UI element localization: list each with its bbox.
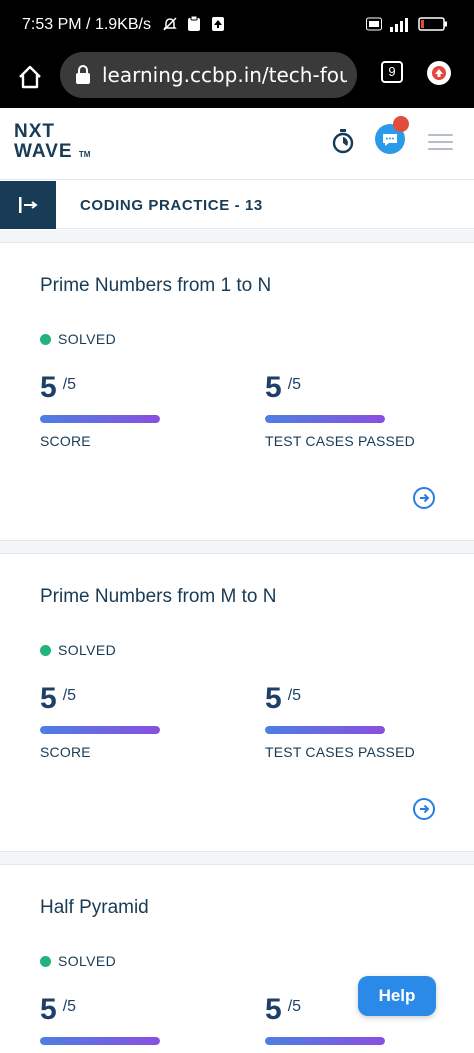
url-bar[interactable]: learning.ccbp.in/tech-founc <box>60 52 357 98</box>
sidebar-toggle-button[interactable] <box>0 181 56 229</box>
browser-update-icon[interactable] <box>427 61 451 85</box>
test-cases-progress-bar <box>265 1037 385 1045</box>
section-title: CODING PRACTICE - 13 <box>80 197 263 214</box>
test-cases-value: 5/5 <box>265 993 302 1026</box>
score-progress-bar <box>40 726 160 734</box>
test-cases-label: TEST CASES PASSED <box>265 744 415 760</box>
question-title[interactable]: Half Pyramid <box>40 897 149 919</box>
open-question-button[interactable] <box>413 798 435 820</box>
url-text: learning.ccbp.in/tech-founc <box>102 63 347 87</box>
hamburger-menu-icon[interactable] <box>428 134 453 152</box>
solved-dot <box>40 644 51 656</box>
practice-subheader: CODING PRACTICE - 13 <box>0 181 474 229</box>
status-label: SOLVED <box>58 331 117 347</box>
status-left-icons <box>162 15 226 33</box>
question-card[interactable]: Prime Numbers from M to N SOLVED 5/5 SCO… <box>0 553 474 852</box>
arrow-right-icon <box>420 493 430 503</box>
notification-muted-icon <box>162 15 178 33</box>
question-card[interactable]: Prime Numbers from 1 to N SOLVED 5/5 SCO… <box>0 242 474 541</box>
score-value: 5/5 <box>40 371 77 404</box>
question-title[interactable]: Prime Numbers from M to N <box>40 586 276 608</box>
status-label: SOLVED <box>58 953 117 969</box>
test-cases-progress-bar <box>265 415 385 423</box>
notification-badge <box>393 116 409 132</box>
section-gap <box>0 230 474 242</box>
question-card[interactable]: Half Pyramid SOLVED 5/5 5/5 <box>0 864 474 1053</box>
score-value: 5/5 <box>40 682 77 715</box>
status-label: SOLVED <box>58 642 117 658</box>
open-question-button[interactable] <box>413 487 435 509</box>
solved-dot <box>40 955 51 967</box>
score-label: SCORE <box>40 744 91 760</box>
app-header: NXT WAVE TM <box>0 108 474 180</box>
status-bar: 7:53 PM / 1.9KB/s <box>0 0 474 52</box>
section-gap <box>0 541 474 553</box>
home-icon[interactable] <box>16 63 44 91</box>
status-time: 7:53 PM / 1.9KB/s <box>22 16 151 33</box>
section-gap <box>0 852 474 864</box>
battery-icon <box>418 15 448 33</box>
browser-toolbar: learning.ccbp.in/tech-founc 9 <box>0 52 474 108</box>
status-indicator: SOLVED <box>40 953 116 969</box>
sidebar-expand-icon <box>19 197 38 213</box>
test-cases-label: TEST CASES PASSED <box>265 433 415 449</box>
arrow-right-icon <box>420 804 430 814</box>
upload-icon <box>210 15 226 33</box>
stopwatch-icon[interactable] <box>331 128 355 154</box>
tab-count-button[interactable]: 9 <box>381 61 403 83</box>
help-button[interactable]: Help <box>358 976 436 1016</box>
score-progress-bar <box>40 415 160 423</box>
score-label: SCORE <box>40 433 91 449</box>
status-indicator: SOLVED <box>40 331 116 347</box>
status-indicator: SOLVED <box>40 642 116 658</box>
volte-icon <box>366 15 382 33</box>
score-value: 5/5 <box>40 993 77 1026</box>
nxtwave-logo[interactable]: NXT WAVE TM <box>14 122 90 165</box>
solved-dot <box>40 333 51 345</box>
status-right-icons <box>366 15 448 33</box>
lock-icon <box>74 65 92 85</box>
test-cases-value: 5/5 <box>265 682 302 715</box>
test-cases-value: 5/5 <box>265 371 302 404</box>
signal-icon <box>388 15 412 33</box>
test-cases-progress-bar <box>265 726 385 734</box>
clipboard-icon <box>186 15 202 33</box>
score-progress-bar <box>40 1037 160 1045</box>
question-title[interactable]: Prime Numbers from 1 to N <box>40 275 271 297</box>
